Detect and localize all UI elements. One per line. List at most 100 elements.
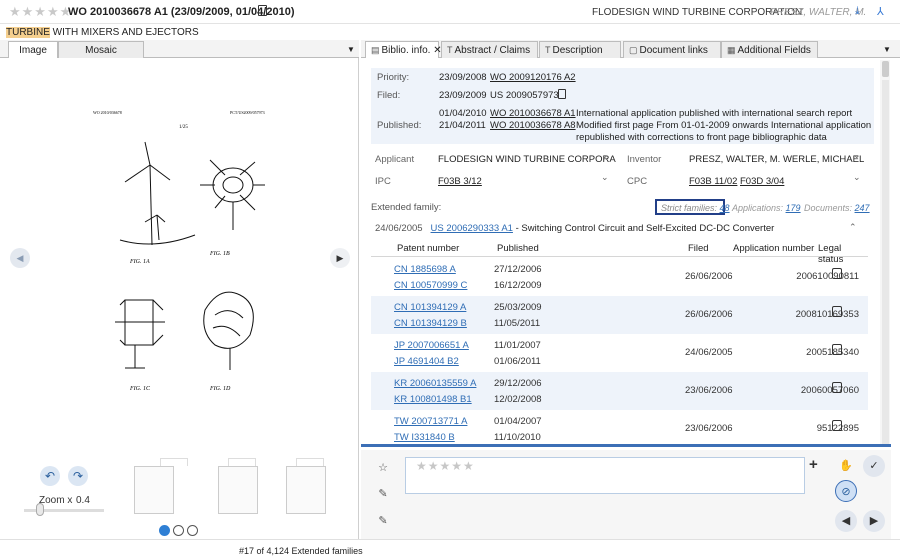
applicant-value[interactable]: FLODESIGN WIND TURBINE CORPORA xyxy=(438,154,616,165)
fig-label-1d: FIG. 1D xyxy=(209,386,231,392)
tab-biblio-info[interactable]: ▤ Biblio. info. ✕ xyxy=(365,41,442,58)
chevron-down-icon[interactable]: ⌄ xyxy=(601,172,609,183)
page-thumbnail-3[interactable] xyxy=(286,466,326,514)
table-row[interactable]: JP 2007006651 A JP 4691404 B2 11/01/2007 01… xyxy=(371,334,868,372)
filed-doc: US 2009057973 xyxy=(490,90,559,101)
patent-number-link[interactable]: TW 200713771 A xyxy=(394,416,467,427)
copy-icon[interactable] xyxy=(558,89,566,99)
tab-label: Additional Fields xyxy=(737,45,811,56)
drawing-header-right: PCT/US2009/057973 xyxy=(230,110,265,115)
published-doc-link-1[interactable]: WO 2010036678 A1 xyxy=(490,108,576,119)
scrollbar-thumb[interactable] xyxy=(882,61,889,77)
check-icon[interactable]: ✓ xyxy=(863,455,885,477)
applications-link[interactable]: 179 xyxy=(786,203,801,213)
published-date: 11/10/2010 xyxy=(494,432,541,443)
legal-status-icon[interactable] xyxy=(832,306,842,317)
page-thumbnail-1[interactable] xyxy=(134,466,174,514)
published-date: 27/12/2006 xyxy=(494,264,542,275)
add-comment-button[interactable]: + xyxy=(809,456,818,473)
page-dot-2[interactable] xyxy=(173,525,184,536)
user-star-icon[interactable]: ☆ xyxy=(372,457,394,479)
export-icon[interactable]: ⤓ xyxy=(855,5,860,18)
inventor-value[interactable]: PRESZ, WALTER, M. WERLE, MICHAEL xyxy=(689,154,864,165)
chevron-down-icon[interactable]: ⌄ xyxy=(853,172,861,183)
patent-number-link[interactable]: CN 1885698 A xyxy=(394,264,456,275)
legal-status-icon[interactable] xyxy=(832,268,842,279)
chevron-down-icon[interactable]: ⌄ xyxy=(853,150,861,161)
page-dot-3[interactable] xyxy=(187,525,198,536)
thumbnail-tab xyxy=(296,458,324,466)
patent-number-link[interactable]: KR 20060135559 A xyxy=(394,378,476,389)
patent-number-link[interactable]: KR 100801498 B1 xyxy=(394,394,472,405)
chevron-down-icon[interactable]: ⌄ xyxy=(601,150,609,161)
next-icon[interactable]: ▶ xyxy=(863,510,885,532)
strict-families-link[interactable]: 48 xyxy=(720,203,730,213)
legal-status-icon[interactable] xyxy=(832,382,842,393)
note-edit-icon[interactable]: ✎ xyxy=(372,510,394,532)
rotate-left-icon[interactable]: ↶ xyxy=(40,466,60,486)
tab-document-links[interactable]: ▢ Document links xyxy=(623,41,721,58)
patent-number-link[interactable]: CN 100570999 C xyxy=(394,280,467,291)
comment-input[interactable]: ★★★★★ xyxy=(405,457,805,494)
cpc-link-2[interactable]: F03D 3/04 xyxy=(740,176,784,187)
block-icon[interactable]: ⊘ xyxy=(835,480,857,502)
pin-icon[interactable]: ⅄ xyxy=(877,5,884,18)
documents-link[interactable]: 247 xyxy=(855,203,870,213)
table-row[interactable]: CN 1885698 A CN 100570999 C 27/12/2006 16/1… xyxy=(371,258,868,296)
cpc-link-1[interactable]: F03B 11/02 xyxy=(689,176,737,187)
table-row[interactable]: TW 200713771 A TW I331840 B 01/04/2007 11/1… xyxy=(371,410,868,448)
published-doc-link-2[interactable]: WO 2010036678 A8 xyxy=(490,120,576,131)
zoom-slider-handle[interactable] xyxy=(36,503,44,516)
published-date: 29/12/2006 xyxy=(494,378,542,389)
filed-date: 24/06/2005 xyxy=(685,347,733,358)
ipc-link[interactable]: F03B 3/12 xyxy=(438,176,482,187)
col-application-number[interactable]: Application number xyxy=(733,243,814,254)
tab-additional-fields[interactable]: ▦ Additional Fields xyxy=(721,41,818,58)
priority-doc-link[interactable]: WO 2009120176 A2 xyxy=(490,72,576,83)
table-row[interactable]: CN 101394129 A CN 101394129 B 25/03/2009 11… xyxy=(371,296,868,334)
strict-families-count[interactable]: Strict families: 48 xyxy=(655,199,730,215)
comment-rating-stars[interactable]: ★★★★★ xyxy=(416,459,475,473)
applications-label: Applications: xyxy=(732,203,784,213)
collapse-icon[interactable]: ⌃ xyxy=(849,222,857,233)
family-head-doc-link[interactable]: US 2006290333 A1 xyxy=(431,223,513,234)
copy-icon[interactable] xyxy=(258,5,267,16)
col-published[interactable]: Published xyxy=(497,243,539,254)
thumbnail-tab xyxy=(160,458,188,466)
page-dot-1[interactable] xyxy=(159,525,170,536)
col-patent-number[interactable]: Patent number xyxy=(397,243,459,254)
patent-number-link[interactable]: JP 4691404 B2 xyxy=(394,356,459,367)
legal-status-icon[interactable] xyxy=(832,344,842,355)
page-thumbnail-2[interactable] xyxy=(218,466,258,514)
legal-status-icon[interactable] xyxy=(832,420,842,431)
col-filed[interactable]: Filed xyxy=(688,243,709,254)
panel-menu-icon[interactable]: ▼ xyxy=(883,45,891,54)
patent-number-link[interactable]: CN 101394129 A xyxy=(394,302,466,313)
previous-icon[interactable]: ◀ xyxy=(835,510,857,532)
fields-icon: ▦ xyxy=(727,45,736,55)
thumb-down-icon[interactable]: ✋ xyxy=(835,455,857,477)
note-edit-icon[interactable]: ✎ xyxy=(372,483,394,505)
tab-description[interactable]: T Description xyxy=(539,41,621,58)
patent-number-link[interactable]: JP 2007006651 A xyxy=(394,340,469,351)
biblio-tabbar: ▤ Biblio. info. ✕ T Abstract / Claims T Des… xyxy=(361,40,900,58)
filed-label: Filed: xyxy=(377,90,401,101)
publication-note-3: republished with corrections to front pa… xyxy=(576,132,827,143)
tab-abstract-claims[interactable]: T Abstract / Claims xyxy=(441,41,538,58)
patent-number-link[interactable]: CN 101394129 B xyxy=(394,318,467,329)
tab-image[interactable]: Image xyxy=(8,41,58,58)
table-row[interactable]: KR 20060135559 A KR 100801498 B1 29/12/200… xyxy=(371,372,868,410)
panel-divider[interactable] xyxy=(361,444,891,447)
filed-date: 23/06/2006 xyxy=(685,385,733,396)
wind-turbine-figure xyxy=(119,141,196,246)
next-image-button[interactable]: ▶ xyxy=(330,248,350,268)
scrollbar-track[interactable] xyxy=(882,80,889,446)
drawing-page-number: 1/25 xyxy=(179,125,188,130)
image-panel: Image Mosaic ▼ WO 2010/036678 PCT/US2009… xyxy=(0,40,359,539)
tab-mosaic[interactable]: Mosaic xyxy=(58,41,144,58)
patent-number-link[interactable]: TW I331840 B xyxy=(394,432,455,443)
panel-menu-icon[interactable]: ▼ xyxy=(347,45,355,54)
rating-stars[interactable]: ★★★★★ xyxy=(9,4,72,20)
previous-image-button[interactable]: ◀ xyxy=(10,248,30,268)
rotate-right-icon[interactable]: ↷ xyxy=(68,466,88,486)
